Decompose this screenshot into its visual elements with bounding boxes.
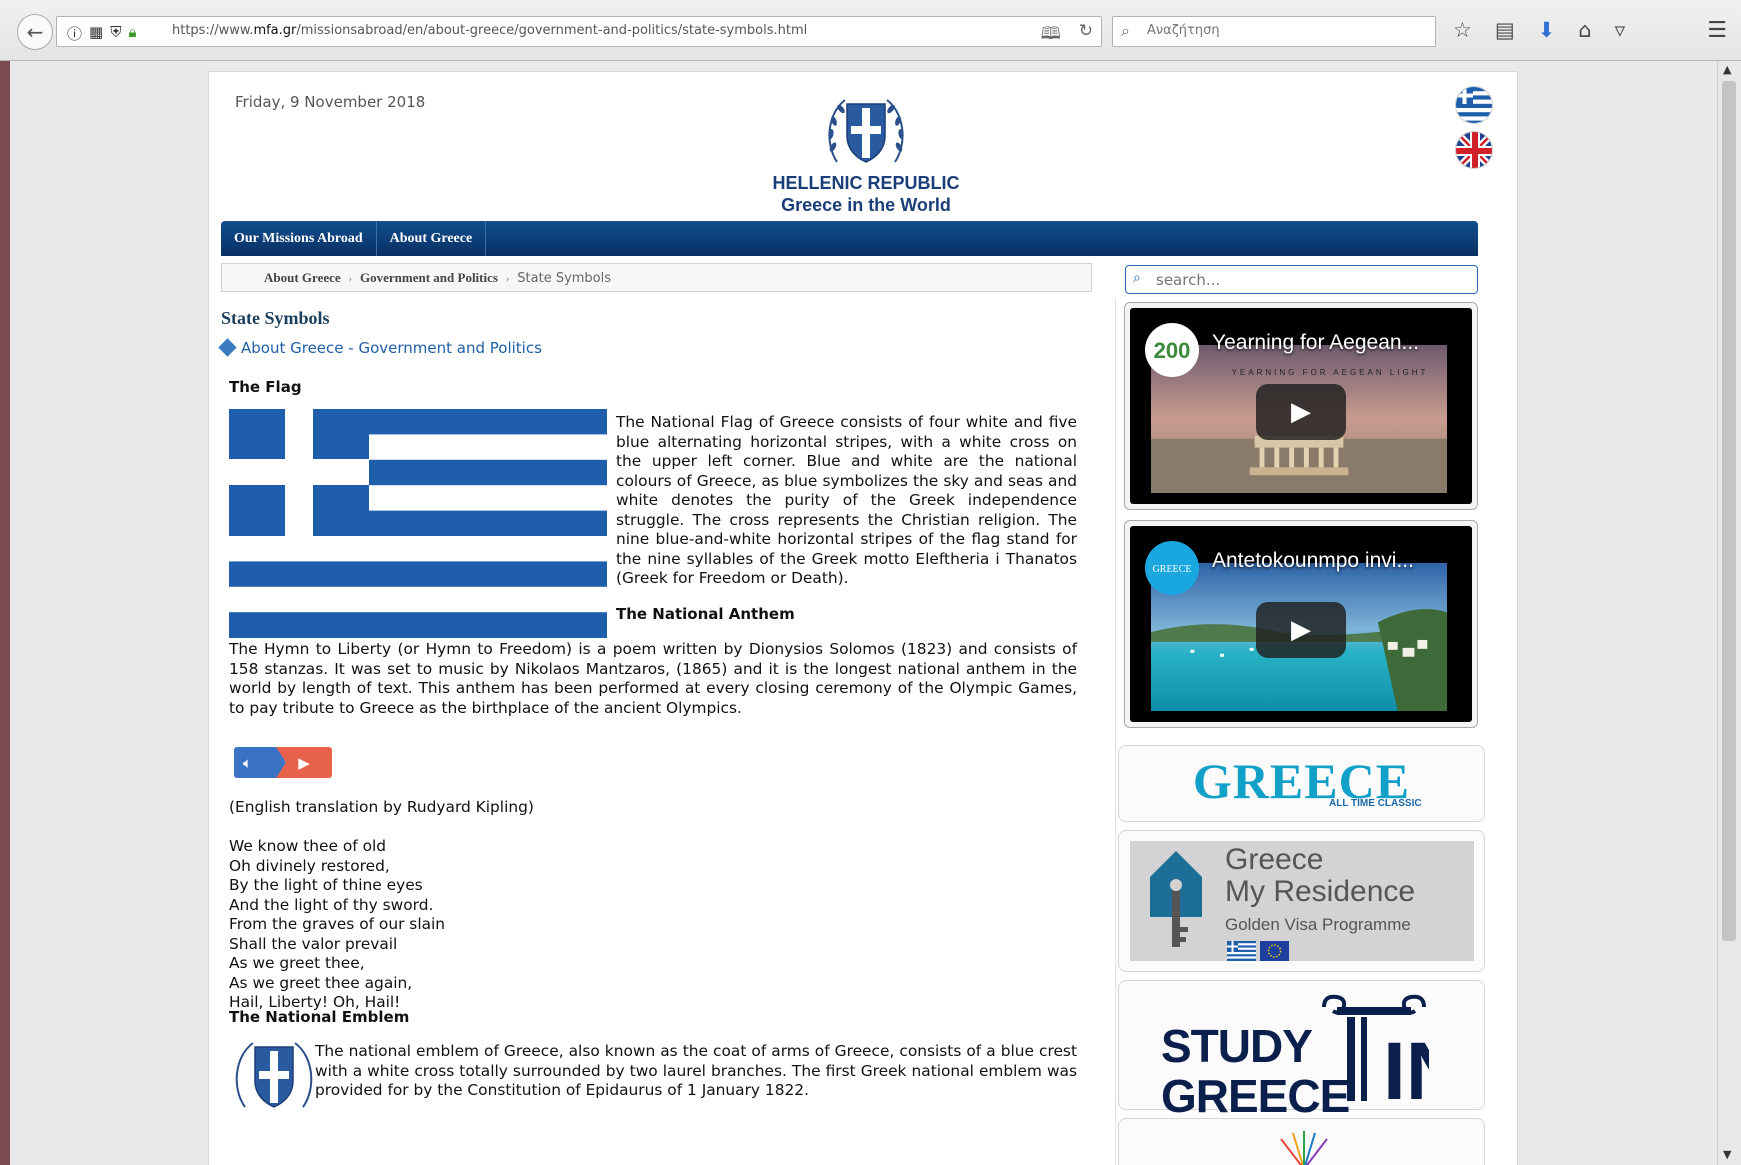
column-divider: [1115, 298, 1116, 1165]
flag-heading: The Flag: [229, 378, 302, 396]
banner-line2: My Residence: [1225, 875, 1416, 908]
site-search-box[interactable]: ⌕: [1125, 265, 1478, 294]
video-title[interactable]: Yearning for Aegean...: [1212, 331, 1419, 355]
play-icon: ▶: [1291, 397, 1311, 427]
vertical-scrollbar[interactable]: ▲ ▼: [1717, 61, 1741, 1165]
svg-text:GREECE: GREECE: [1153, 564, 1192, 575]
play-icon: ▶: [1291, 615, 1311, 645]
emblem-heading: The National Emblem: [229, 1008, 410, 1026]
nav-item-about-greece[interactable]: About Greece: [377, 221, 487, 256]
bookmark-star-icon[interactable]: ☆: [1453, 18, 1472, 42]
poem-line: Oh divinely restored,: [229, 856, 390, 875]
volume-button[interactable]: 🔈︎: [234, 747, 286, 778]
tracking-shield-icon[interactable]: ⛨: [110, 23, 121, 44]
decorative-burst-icon: [1280, 1131, 1328, 1165]
reader-view-icon[interactable]: 🕮︎: [1041, 21, 1061, 50]
speaker-icon: 🔈︎: [243, 753, 253, 772]
greece-eu-flags-icon: [1227, 941, 1289, 961]
partial-banner[interactable]: [1118, 1118, 1485, 1165]
language-switcher: [1455, 86, 1493, 169]
scrollbar-thumb[interactable]: [1722, 81, 1736, 941]
greece-all-time-classic-banner[interactable]: GREECE ALL TIME CLASSIC: [1118, 745, 1485, 822]
home-icon[interactable]: ⌂: [1578, 18, 1591, 42]
greece-my-residence-banner[interactable]: Greece My Residence Golden Visa Programm…: [1118, 830, 1485, 972]
channel-logo: 200: [1145, 323, 1199, 377]
banner-subtitle: ALL TIME CLASSIC: [1329, 798, 1422, 809]
language-greek-flag-icon[interactable]: [1455, 86, 1493, 124]
video-play-button[interactable]: ▶: [1256, 602, 1346, 658]
poem-line: Shall the valor prevail: [229, 934, 398, 953]
parent-section-link[interactable]: About Greece - Government and Politics: [218, 338, 542, 357]
poem-line: As we greet thee again,: [229, 973, 413, 992]
content-blocking-icon[interactable]: ▦: [89, 23, 103, 44]
translation-note: (English translation by Rudyard Kipling): [229, 798, 534, 816]
nav-item-missions-abroad[interactable]: Our Missions Abroad: [221, 221, 377, 256]
ionic-column-icon: IN: [1322, 994, 1429, 1105]
poem-line: By the light of thine eyes: [229, 876, 423, 894]
poem-line: As we greet thee,: [229, 954, 365, 972]
browser-search-input[interactable]: [1145, 22, 1429, 39]
page-viewport: Friday, 9 November 2018 HELLENIC REPUBLI…: [10, 61, 1717, 1165]
anthem-heading: The National Anthem: [616, 605, 795, 623]
poem-line: And the light of thy sword.: [229, 895, 434, 914]
anthem-poem: We know thee of old Oh divinely restored…: [229, 837, 445, 1013]
svg-text:200: 200: [1154, 338, 1191, 363]
current-date: Friday, 9 November 2018: [235, 93, 426, 111]
channel-logo: GREECE: [1145, 541, 1199, 595]
hamburger-menu-icon[interactable]: ☰: [1707, 18, 1727, 43]
breadcrumb: About Greece › Government and Politics › Sta…: [221, 263, 1092, 292]
national-emblem-image: [235, 1042, 313, 1108]
anthem-audio-player: 🔈︎ ▶: [234, 747, 334, 778]
breadcrumb-government-politics[interactable]: Government and Politics: [360, 270, 498, 285]
diamond-bullet-icon: [218, 338, 237, 357]
house-key-icon: [1150, 851, 1202, 947]
breadcrumb-about-greece[interactable]: About Greece: [264, 270, 341, 285]
chevron-right-icon: ›: [348, 274, 352, 285]
video-title[interactable]: Antetokounmpo invi...: [1212, 549, 1414, 573]
scroll-down-arrow-icon[interactable]: ▼: [1723, 1148, 1731, 1161]
breadcrumb-current: State Symbols: [517, 271, 612, 286]
greek-flag-image: [229, 409, 607, 638]
video-embed-antetokounmpo[interactable]: GREECE Antetokounmpo invi... ▶: [1124, 520, 1478, 728]
lock-icon[interactable]: 🔒︎: [128, 23, 136, 44]
flag-description: The National Flag of Greece consists of …: [616, 413, 1077, 587]
anthem-description: The Hymn to Liberty (or Hymn to Freedom)…: [229, 640, 1077, 717]
browser-toolbar: ← ⓘ ▦ ⛨ 🔒︎ https://www.mfa.gr/missionsab…: [0, 0, 1741, 61]
chevron-right-icon: ›: [505, 274, 510, 285]
coat-of-arms-icon: [828, 99, 904, 163]
study-in-greece-banner[interactable]: STUDY GREECE IN: [1118, 980, 1485, 1121]
arrow-left-icon: ←: [26, 20, 44, 44]
pocket-icon[interactable]: ▿: [1615, 18, 1626, 42]
page-container: Friday, 9 November 2018 HELLENIC REPUBLI…: [208, 71, 1518, 1165]
language-english-flag-icon[interactable]: [1455, 131, 1493, 169]
reload-icon[interactable]: ↻: [1079, 21, 1093, 50]
video-play-button[interactable]: ▶: [1256, 384, 1346, 440]
banner-title: GREECE: [1192, 753, 1411, 809]
back-button[interactable]: ←: [17, 14, 53, 50]
browser-search-box[interactable]: ⌕: [1112, 16, 1436, 47]
info-icon[interactable]: ⓘ: [67, 23, 82, 44]
download-icon[interactable]: ⬇: [1538, 18, 1556, 42]
bookmarks-list-icon[interactable]: ▤: [1495, 18, 1515, 42]
poem-line: We know thee of old: [229, 837, 387, 855]
browser-window: ← ⓘ ▦ ⛨ 🔒︎ https://www.mfa.gr/missionsab…: [0, 0, 1741, 1165]
site-title[interactable]: HELLENIC REPUBLIC Greece in the World: [664, 172, 1068, 216]
address-bar[interactable]: ⓘ ▦ ⛨ 🔒︎ https://www.mfa.gr/missionsabro…: [56, 16, 1102, 47]
play-icon: ▶: [298, 753, 310, 772]
page-title: State Symbols: [221, 308, 330, 328]
poem-line: From the graves of our slain: [229, 915, 446, 933]
search-icon: ⌕: [1133, 270, 1141, 286]
banner-line1: Greece: [1225, 843, 1324, 876]
search-icon: ⌕: [1121, 21, 1130, 40]
video-embed-aegean[interactable]: 200 Yearning for Aegean... YEARNING FOR …: [1124, 302, 1478, 510]
banner-line3: Golden Visa Programme: [1225, 915, 1411, 934]
url-text[interactable]: https://www.mfa.gr/missionsabroad/en/abo…: [172, 23, 807, 38]
main-navigation: Our Missions Abroad About Greece: [221, 221, 1478, 256]
site-search-input[interactable]: [1154, 270, 1458, 290]
video-subtitle: YEARNING FOR AEGEAN LIGHT: [1231, 368, 1429, 377]
emblem-description: The national emblem of Greece, also know…: [315, 1042, 1077, 1099]
svg-text:IN: IN: [1383, 1026, 1429, 1105]
scroll-up-arrow-icon[interactable]: ▲: [1723, 63, 1731, 76]
